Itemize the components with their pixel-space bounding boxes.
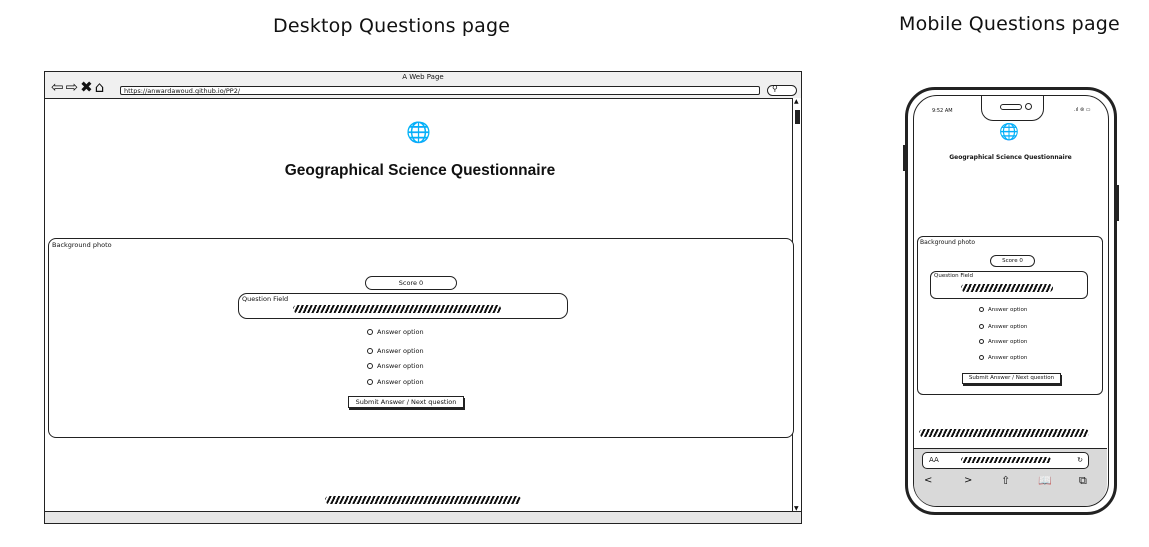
radio-button[interactable] xyxy=(979,339,984,344)
text-size-button[interactable]: AA xyxy=(929,453,939,468)
radio-button[interactable] xyxy=(979,307,984,312)
answer-option[interactable]: Answer option xyxy=(367,328,424,336)
radio-button[interactable] xyxy=(367,329,373,335)
bookmarks-icon[interactable]: 📖 xyxy=(1038,474,1052,487)
browser-nav: ⇦⇨✖⌂ xyxy=(51,80,106,95)
speaker-icon xyxy=(1000,104,1022,110)
search-button[interactable]: ⚲ xyxy=(767,84,797,96)
background-photo-label: Background photo xyxy=(52,241,112,249)
phone-screen: 9:52 AM .ıl ⊜ ▭ 🌐 Geographical Science Q… xyxy=(913,95,1109,507)
footer-text-scribble xyxy=(325,496,521,504)
reload-icon[interactable]: ↻ xyxy=(1077,453,1083,468)
question-text-scribble xyxy=(961,284,1053,292)
desktop-caption: Desktop Questions page xyxy=(273,15,511,37)
mobile-caption: Mobile Questions page xyxy=(899,13,1120,35)
footer-text-scribble xyxy=(919,429,1089,437)
phone-notch xyxy=(981,96,1044,121)
scrollbar-thumb[interactable] xyxy=(795,110,800,124)
desktop-browser-window: A Web Page ⇦⇨✖⌂ https://anwardawoud.gith… xyxy=(44,71,802,524)
url-bar[interactable]: https://anwardawoud.github.io/PP2/ xyxy=(120,86,760,95)
camera-icon xyxy=(1025,103,1032,110)
question-field-label: Question Field xyxy=(934,273,974,279)
radio-button[interactable] xyxy=(979,355,984,360)
question-text-scribble xyxy=(293,305,501,313)
question-field: Question Field xyxy=(930,271,1088,299)
radio-button[interactable] xyxy=(367,363,373,369)
submit-answer-button[interactable]: Submit Answer / Next question xyxy=(348,396,464,408)
answer-option[interactable]: Answer option xyxy=(979,324,1027,330)
radio-button[interactable] xyxy=(979,324,984,329)
answer-option[interactable]: Answer option xyxy=(979,339,1027,345)
globe-logo-icon: 🌐 xyxy=(999,122,1019,141)
status-time: 9:52 AM xyxy=(932,108,953,114)
phone-side-button xyxy=(903,145,906,171)
question-field-label: Question Field xyxy=(242,295,289,303)
back-arrow-icon[interactable]: ⇦ xyxy=(51,78,66,96)
scroll-up-icon[interactable]: ▲ xyxy=(794,98,799,105)
background-photo-label: Background photo xyxy=(920,239,976,246)
mobile-phone-frame: 9:52 AM .ıl ⊜ ▭ 🌐 Geographical Science Q… xyxy=(903,87,1119,515)
answer-option[interactable]: Answer option xyxy=(367,347,424,355)
tabs-icon[interactable]: ⧉ xyxy=(1079,474,1087,488)
submit-answer-button[interactable]: Submit Answer / Next question xyxy=(962,373,1061,384)
browser-statusbar xyxy=(45,511,801,523)
mobile-browser-toolbar: AA ↻ < > ⇧ 📖 ⧉ xyxy=(914,448,1107,506)
radio-button[interactable] xyxy=(367,379,373,385)
mobile-url-scribble xyxy=(961,457,1051,463)
home-icon[interactable]: ⌂ xyxy=(95,78,107,96)
answer-option[interactable]: Answer option xyxy=(979,355,1027,361)
background-photo-area: Background photo Score 0 Question Field … xyxy=(48,238,794,438)
background-photo-area: Background photo Score 0 Question Field … xyxy=(917,236,1103,395)
search-icon: ⚲ xyxy=(772,84,778,93)
score-display: Score 0 xyxy=(990,255,1035,267)
page-title: Geographical Science Questionnaire xyxy=(284,162,556,179)
radio-button[interactable] xyxy=(367,348,373,354)
answer-option[interactable]: Answer option xyxy=(367,362,424,370)
share-icon[interactable]: ⇧ xyxy=(1001,474,1010,487)
forward-arrow-icon[interactable]: ⇨ xyxy=(66,78,81,96)
forward-chevron-icon[interactable]: > xyxy=(964,475,972,486)
page-title: Geographical Science Questionnaire xyxy=(949,154,1072,161)
question-field: Question Field xyxy=(238,293,568,319)
phone-side-button xyxy=(1116,185,1119,221)
window-title: A Web Page xyxy=(402,73,444,81)
status-signal-icon: .ıl ⊜ ▭ xyxy=(1074,107,1091,113)
back-chevron-icon[interactable]: < xyxy=(924,475,932,486)
globe-logo-icon: 🌐 xyxy=(406,120,431,144)
mobile-url-bar[interactable]: AA ↻ xyxy=(922,452,1089,469)
close-icon[interactable]: ✖ xyxy=(80,78,95,96)
score-display: Score 0 xyxy=(365,276,457,290)
browser-titlebar: A Web Page ⇦⇨✖⌂ https://anwardawoud.gith… xyxy=(45,72,801,99)
answer-option[interactable]: Answer option xyxy=(979,307,1027,313)
answer-option[interactable]: Answer option xyxy=(367,378,424,386)
